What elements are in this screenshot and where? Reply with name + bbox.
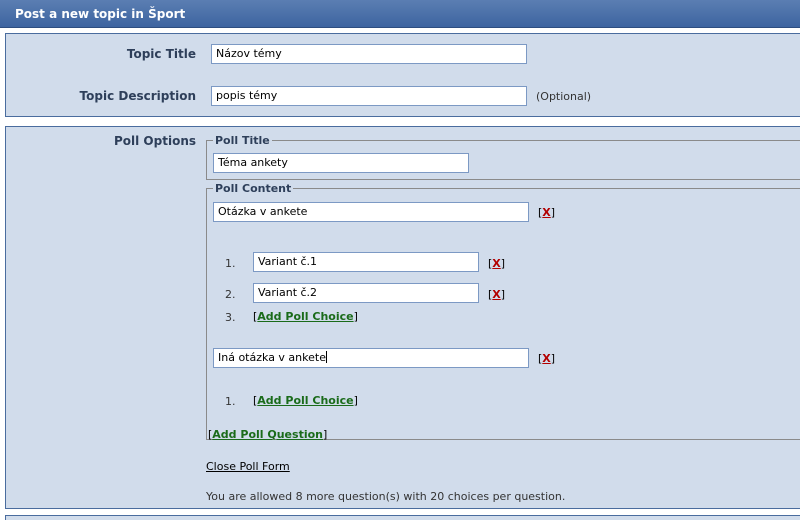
- form-title: Post a new topic in Šport: [15, 7, 186, 21]
- remove-choice-button[interactable]: [X]: [488, 257, 505, 270]
- poll-title-legend: Poll Title: [213, 134, 272, 147]
- poll-options-label: Poll Options: [113, 134, 196, 148]
- poll-title-input[interactable]: Téma ankety: [213, 153, 469, 173]
- poll-content-legend: Poll Content: [213, 182, 294, 195]
- topic-title-input[interactable]: Názov témy: [211, 44, 527, 64]
- choice-number: 2.: [225, 288, 236, 301]
- topic-title-label: Topic Title: [126, 47, 196, 61]
- add-poll-choice-button[interactable]: [Add Poll Choice]: [253, 394, 358, 407]
- choice-number: 1.: [225, 395, 236, 408]
- remove-x-icon: X: [542, 206, 551, 219]
- close-poll-form-link[interactable]: Close Poll Form: [206, 460, 290, 473]
- remove-question-button[interactable]: [X]: [538, 206, 555, 219]
- optional-note: (Optional): [536, 90, 592, 103]
- poll-choice-input[interactable]: Variant č.2: [253, 283, 479, 303]
- add-poll-question-button[interactable]: [Add Poll Question]: [208, 428, 327, 441]
- poll-allowance-text: You are allowed 8 more question(s) with …: [206, 490, 566, 503]
- topic-description-label: Topic Description: [79, 89, 196, 103]
- remove-question-button[interactable]: [X]: [538, 352, 555, 365]
- poll-question-input[interactable]: Iná otázka v ankete: [213, 348, 529, 368]
- choice-number: 1.: [225, 257, 236, 270]
- remove-x-icon: X: [492, 288, 501, 301]
- form-header: Post a new topic in Šport: [0, 0, 800, 28]
- topic-description-input[interactable]: popis témy: [211, 86, 527, 106]
- choice-number: 3.: [225, 311, 236, 324]
- text-caret: [325, 351, 327, 363]
- add-poll-choice-button[interactable]: [Add Poll Choice]: [253, 310, 358, 323]
- poll-choice-input[interactable]: Variant č.1: [253, 252, 479, 272]
- remove-x-icon: X: [542, 352, 551, 365]
- remove-x-icon: X: [492, 257, 501, 270]
- remove-choice-button[interactable]: [X]: [488, 288, 505, 301]
- next-panel-edge: [5, 515, 800, 520]
- poll-question-input[interactable]: Otázka v ankete: [213, 202, 529, 222]
